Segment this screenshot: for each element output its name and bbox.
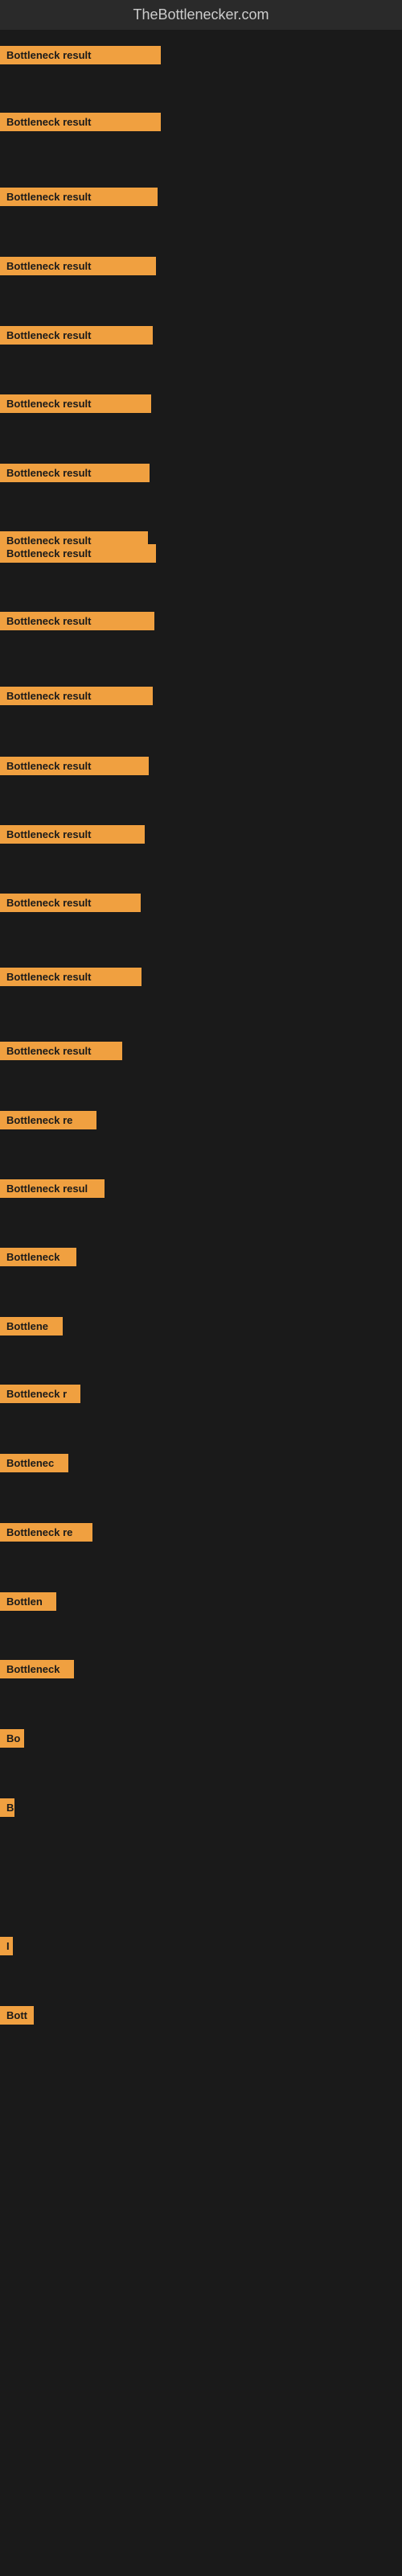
bottleneck-result-item[interactable]: Bo xyxy=(0,1729,24,1748)
bottleneck-result-item[interactable]: Bottlenec xyxy=(0,1454,68,1472)
bottleneck-result-item[interactable]: Bottleneck r xyxy=(0,1385,80,1403)
bottleneck-result-item[interactable]: Bottleneck result xyxy=(0,257,156,275)
bottleneck-result-item[interactable]: Bottleneck xyxy=(0,1660,74,1678)
bottleneck-result-item[interactable]: Bottleneck result xyxy=(0,825,145,844)
bottleneck-result-item[interactable]: Bottleneck resul xyxy=(0,1179,105,1198)
bottleneck-result-item[interactable]: Bottleneck xyxy=(0,1248,76,1266)
bottleneck-result-item[interactable]: Bottleneck result xyxy=(0,46,161,64)
bottleneck-result-item[interactable]: Bottleneck result xyxy=(0,687,153,705)
bottleneck-result-item[interactable]: Bott xyxy=(0,2006,34,2025)
bottleneck-result-item[interactable]: Bottleneck result xyxy=(0,757,149,775)
bottleneck-result-item[interactable]: Bottleneck result xyxy=(0,612,154,630)
bottleneck-result-item[interactable]: Bottleneck result xyxy=(0,894,141,912)
bottleneck-result-item[interactable]: Bottleneck re xyxy=(0,1111,96,1129)
bottleneck-result-item[interactable]: Bottleneck result xyxy=(0,188,158,206)
bottleneck-result-item[interactable]: Bottleneck result xyxy=(0,113,161,131)
bottleneck-result-item[interactable]: I xyxy=(0,1937,13,1955)
bottleneck-result-item[interactable]: Bottlen xyxy=(0,1592,56,1611)
bottleneck-result-item[interactable]: Bottleneck result xyxy=(0,544,156,563)
bottleneck-result-item[interactable]: Bottlene xyxy=(0,1317,63,1335)
bottleneck-result-item[interactable]: Bottleneck result xyxy=(0,1042,122,1060)
bottleneck-result-item[interactable]: Bottleneck result xyxy=(0,464,150,482)
bottleneck-result-item[interactable]: Bottleneck result xyxy=(0,394,151,413)
bottleneck-result-item[interactable]: Bottleneck result xyxy=(0,968,142,986)
bottleneck-result-item[interactable]: Bottleneck result xyxy=(0,326,153,345)
bottleneck-result-item[interactable]: Bottleneck re xyxy=(0,1523,92,1542)
site-title: TheBottlenecker.com xyxy=(0,0,402,30)
bottleneck-result-item[interactable]: B xyxy=(0,1798,14,1817)
